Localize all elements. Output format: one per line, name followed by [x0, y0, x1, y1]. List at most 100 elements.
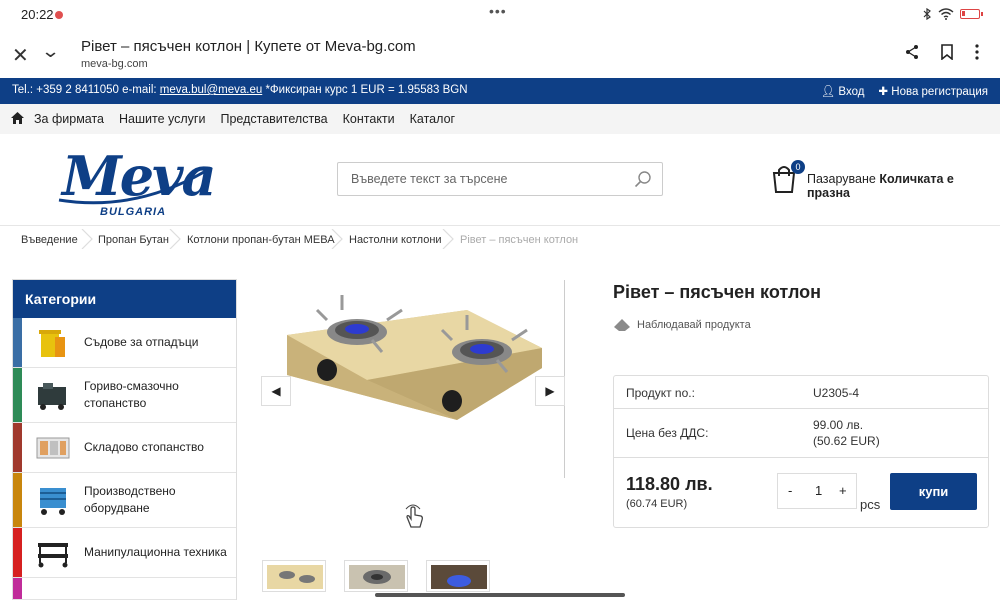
- email-link[interactable]: meva.bul@meva.eu: [160, 84, 262, 96]
- product-title: Рівет – пясъчен котлон: [613, 282, 822, 302]
- net-price-bgn: 99.00 лв.: [813, 418, 864, 432]
- login-link[interactable]: 👤︎ Вход: [821, 84, 865, 98]
- search-icon[interactable]: [634, 170, 652, 188]
- nav-item-services[interactable]: Нашите услуги: [119, 112, 205, 126]
- nav-item-catalog[interactable]: Каталог: [410, 112, 455, 126]
- category-color-bar: [13, 528, 22, 577]
- sidebar-item-handling[interactable]: Манипулационна техника: [13, 528, 236, 578]
- product-number-label: Продукт no.:: [626, 386, 695, 400]
- gallery-prev-button[interactable]: ◀: [261, 376, 291, 406]
- sidebar-item-more[interactable]: [13, 578, 236, 600]
- watch-product-link[interactable]: Наблюдавай продукта: [613, 318, 751, 332]
- window-menu-dots[interactable]: •••: [489, 3, 507, 19]
- product-price: 118.80 лв.: [626, 474, 713, 494]
- browser-toolbar: ✕ ⌄ Рівет – пясъчен котлон | Купете от M…: [0, 30, 1000, 78]
- nav-item-about[interactable]: За фирмата: [34, 112, 104, 126]
- cart-label: Пазаруване: [807, 172, 876, 186]
- site-header: Meva BULGARIA 0 Пазаруване Количката е п…: [0, 134, 1000, 226]
- product-image[interactable]: [257, 280, 567, 480]
- logo-subtitle: BULGARIA: [100, 206, 167, 218]
- thumbnail[interactable]: [344, 560, 408, 592]
- sidebar-item-waste-bins[interactable]: Съдове за отпадъци: [13, 318, 236, 368]
- thumbnail[interactable]: [426, 560, 490, 592]
- breadcrumb: Въведение Пропан Бутан Котлони пропан-бу…: [0, 226, 1000, 254]
- wifi-icon: [938, 8, 954, 20]
- breadcrumb-separator-icon: [442, 229, 454, 249]
- sidebar-item-label: Манипулационна техника: [84, 545, 227, 559]
- contact-info: Tel.: +359 2 8411050 e-mail: meva.bul@me…: [12, 84, 468, 96]
- thumbnail[interactable]: [262, 560, 326, 592]
- waste-bin-icon: [39, 329, 65, 357]
- login-label: Вход: [838, 86, 865, 98]
- product-gallery: [257, 280, 567, 480]
- home-icon[interactable]: [11, 112, 24, 124]
- main-nav: За фирмата Нашите услуги Представителств…: [0, 104, 1000, 134]
- product-info-box: Продукт no.: U2305-4 Цена без ДДС: 99.00…: [613, 375, 989, 528]
- quantity-stepper: - 1 +: [777, 473, 857, 509]
- qty-decrement-button[interactable]: -: [788, 483, 792, 498]
- touch-gesture-icon: [405, 504, 423, 528]
- gallery-next-button[interactable]: ▶: [535, 376, 565, 406]
- meva-logo[interactable]: Meva BULGARIA: [58, 144, 216, 218]
- user-icon: 👤︎: [820, 86, 836, 98]
- nav-item-contacts[interactable]: Контакти: [343, 112, 395, 126]
- browser-page-title: Рівет – пясъчен котлон | Купете от Meva-…: [81, 38, 416, 55]
- category-color-bar: [13, 578, 22, 599]
- sidebar-item-fuel[interactable]: Гориво-смазочно стопанство: [13, 368, 236, 423]
- browser-actions: [904, 44, 980, 60]
- buy-button[interactable]: купи: [890, 473, 977, 510]
- search-input[interactable]: [351, 163, 631, 195]
- breadcrumb-separator-icon: [331, 229, 343, 249]
- net-price-label: Цена без ДДС:: [626, 426, 709, 440]
- phone-label: Tel.: +359 2 8411050 e-mail:: [12, 84, 160, 96]
- net-price-eur: (50.62 EUR): [813, 434, 880, 448]
- breadcrumb-item[interactable]: Котлони пропан-бутан МЕВА: [187, 234, 335, 246]
- register-label: Нова регистрация: [891, 86, 988, 98]
- breadcrumb-separator-icon: [169, 229, 181, 249]
- home-indicator[interactable]: [375, 593, 625, 597]
- cart-summary[interactable]: Пазаруване Количката е празна: [807, 172, 1000, 200]
- category-color-bar: [13, 473, 22, 527]
- category-color-bar: [13, 368, 22, 422]
- chevron-down-icon[interactable]: ⌄: [41, 41, 61, 62]
- exchange-rate: *Фиксиран курс 1 EUR = 1.95583 BGN: [262, 84, 468, 96]
- tool-cart-icon: [40, 488, 66, 515]
- thumbnail-image: [349, 565, 405, 589]
- unit-label: pcs: [860, 497, 881, 512]
- close-icon[interactable]: ✕: [12, 43, 29, 68]
- breadcrumb-separator-icon: [81, 229, 93, 249]
- sidebar-item-label: Складово стопанство: [84, 440, 204, 454]
- sidebar-item-production[interactable]: Производствено оборудване: [13, 473, 236, 528]
- category-sidebar: Категории Съдове за отпадъци Гориво-смаз…: [12, 279, 237, 600]
- sidebar-heading: Категории: [13, 280, 236, 318]
- product-number-row: Продукт no.: U2305-4: [614, 376, 988, 409]
- eye-watch-icon: [614, 319, 630, 331]
- breadcrumb-current: Рівет – пясъчен котлон: [460, 234, 579, 246]
- sidebar-item-label: Производствено оборудване: [84, 484, 176, 515]
- contact-bar: Tel.: +359 2 8411050 e-mail: meva.bul@me…: [0, 78, 1000, 104]
- bluetooth-icon: [923, 8, 931, 20]
- search-box: [337, 162, 663, 196]
- more-vert-icon[interactable]: [974, 44, 980, 60]
- bookmark-icon[interactable]: [940, 44, 954, 60]
- battery-icon: [960, 9, 983, 19]
- breadcrumb-item[interactable]: Въведение: [21, 234, 78, 246]
- thumbnail-image: [431, 565, 487, 589]
- shelving-icon: [36, 437, 70, 458]
- breadcrumb-item[interactable]: Настолни котлони: [349, 234, 442, 246]
- product-number-value: U2305-4: [813, 386, 860, 400]
- product-price-eur: (60.74 EUR): [626, 498, 688, 510]
- qty-increment-button[interactable]: +: [839, 483, 847, 498]
- register-link[interactable]: ✚ Нова регистрация: [878, 84, 988, 98]
- cart-count-badge: 0: [791, 160, 805, 174]
- breadcrumb-item[interactable]: Пропан Бутан: [98, 234, 169, 246]
- watch-product-label: Наблюдавай продукта: [637, 319, 751, 331]
- nav-item-offices[interactable]: Представителства: [220, 112, 327, 126]
- browser-url[interactable]: meva-bg.com: [81, 58, 148, 70]
- plus-icon: ✚: [878, 86, 889, 98]
- thumbnail-image: [267, 565, 323, 589]
- share-icon[interactable]: [904, 44, 920, 60]
- status-bar: 20:22 •••: [0, 0, 1000, 30]
- sidebar-item-warehouse[interactable]: Складово стопанство: [13, 423, 236, 473]
- qty-input[interactable]: 1: [815, 483, 822, 498]
